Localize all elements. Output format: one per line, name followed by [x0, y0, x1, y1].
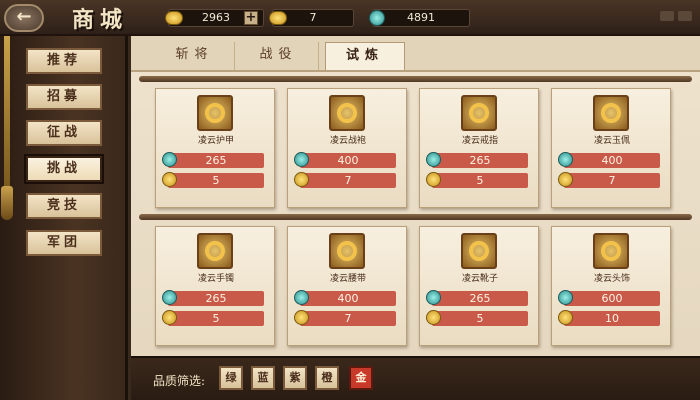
gold-coin-icon	[558, 310, 573, 325]
filter-green-button[interactable]: 绿	[219, 366, 243, 390]
rope-decoration	[4, 36, 10, 186]
jade-price: 265	[162, 152, 264, 168]
item-name: 凌云靴子	[461, 274, 498, 284]
hanging-rod	[139, 214, 692, 220]
jade-icon	[294, 290, 309, 305]
jade-icon	[558, 290, 573, 305]
gold-coin-icon	[558, 172, 573, 187]
gold-coin-icon	[162, 310, 177, 325]
gold-coin-icon	[426, 172, 441, 187]
filter-orange-button[interactable]: 橙	[315, 366, 339, 390]
item-name: 凌云玉佩	[593, 136, 630, 146]
item-name: 凌云战袍	[329, 136, 366, 146]
armor-icon	[197, 95, 233, 131]
gold-price: 5	[162, 310, 264, 326]
shop-item-card[interactable]: 凌云手镯 265 5	[155, 226, 275, 346]
shop-item-card[interactable]: 凌云战袍 400 7	[287, 88, 407, 208]
main-panel: 斩将 战役 试炼 凌云护甲 265 5 凌云战袍 400 7 凌云戒指 265 …	[131, 36, 700, 400]
jade-icon	[162, 290, 177, 305]
filter-blue-button[interactable]: 蓝	[251, 366, 275, 390]
gold-coin-icon	[426, 310, 441, 325]
sidebar-item-campaign[interactable]: 征战	[26, 120, 102, 146]
jade-price: 400	[294, 152, 396, 168]
shop-item-card[interactable]: 凌云靴子 265 5	[419, 226, 539, 346]
jade-icon	[426, 290, 441, 305]
jade-price: 265	[426, 152, 528, 168]
item-name: 凌云腰带	[329, 274, 366, 284]
gold-price: 5	[426, 310, 528, 326]
gold-coin-icon	[294, 310, 309, 325]
belt-icon	[329, 233, 365, 269]
jade-counter: 4891	[369, 9, 470, 27]
back-arrow-icon: ←	[16, 6, 32, 27]
bracelet-icon	[197, 233, 233, 269]
headpiece-icon	[593, 233, 629, 269]
item-name: 凌云手镯	[197, 274, 234, 284]
shop-item-card[interactable]: 凌云玉佩 400 7	[551, 88, 671, 208]
jade-icon	[294, 152, 309, 167]
jade-price: 265	[426, 290, 528, 306]
ring-icon	[461, 95, 497, 131]
jade-icon	[162, 152, 177, 167]
sidebar-item-recruit[interactable]: 招募	[26, 84, 102, 110]
item-name: 凌云戒指	[461, 136, 498, 146]
shop-item-card[interactable]: 凌云戒指 265 5	[419, 88, 539, 208]
sidebar-item-challenge[interactable]: 挑战	[26, 156, 102, 182]
gold-price: 7	[294, 310, 396, 326]
gold-price: 5	[426, 172, 528, 188]
add-silver-button[interactable]: +	[244, 11, 258, 25]
filter-gold-button[interactable]: 金	[349, 366, 373, 390]
mail-icon	[660, 11, 674, 21]
jade-icon	[426, 152, 441, 167]
gold-coin-icon	[162, 172, 177, 187]
gold-price: 7	[294, 172, 396, 188]
wifi-icon	[678, 11, 692, 21]
tab-battle[interactable]: 战役	[239, 42, 319, 70]
jade-price: 600	[558, 290, 660, 306]
gold-price: 10	[558, 310, 660, 326]
tab-trial[interactable]: 试炼	[325, 42, 405, 70]
sidebar-item-recommend[interactable]: 推荐	[26, 48, 102, 74]
robe-icon	[329, 95, 365, 131]
jade-icon	[558, 152, 573, 167]
jade-price: 265	[162, 290, 264, 306]
item-name: 凌云护甲	[197, 136, 234, 146]
status-icons	[656, 6, 696, 22]
filter-label: 品质筛选:	[153, 374, 206, 388]
quality-filter-bar: 品质筛选: 绿 蓝 紫 橙 金	[131, 356, 700, 400]
sidebar-item-arena[interactable]: 竞技	[26, 193, 102, 219]
tassel-decoration	[1, 186, 13, 220]
shop-item-card[interactable]: 凌云护甲 265 5	[155, 88, 275, 208]
sidebar-item-legion[interactable]: 军团	[26, 230, 102, 256]
gold-coin-icon	[294, 172, 309, 187]
hanging-rod	[139, 76, 692, 82]
top-bar: ← 商城 2963 + 7 4891	[0, 0, 700, 36]
gold-price: 5	[162, 172, 264, 188]
boots-icon	[461, 233, 497, 269]
back-button[interactable]: ←	[4, 4, 44, 32]
shop-item-card[interactable]: 凌云腰带 400 7	[287, 226, 407, 346]
gold-price: 7	[558, 172, 660, 188]
sidebar: 推荐 招募 征战 挑战 竞技 军团	[0, 36, 128, 400]
tab-bar: 斩将 战役 试炼	[131, 36, 700, 72]
item-name: 凌云头饰	[593, 274, 630, 284]
jade-price: 400	[294, 290, 396, 306]
gold-counter: 7	[269, 9, 354, 27]
shop-item-card[interactable]: 凌云头饰 600 10	[551, 226, 671, 346]
pendant-icon	[593, 95, 629, 131]
jade-price: 400	[558, 152, 660, 168]
page-title: 商城	[72, 7, 129, 33]
tab-slay-general[interactable]: 斩将	[155, 42, 235, 70]
filter-purple-button[interactable]: 紫	[283, 366, 307, 390]
